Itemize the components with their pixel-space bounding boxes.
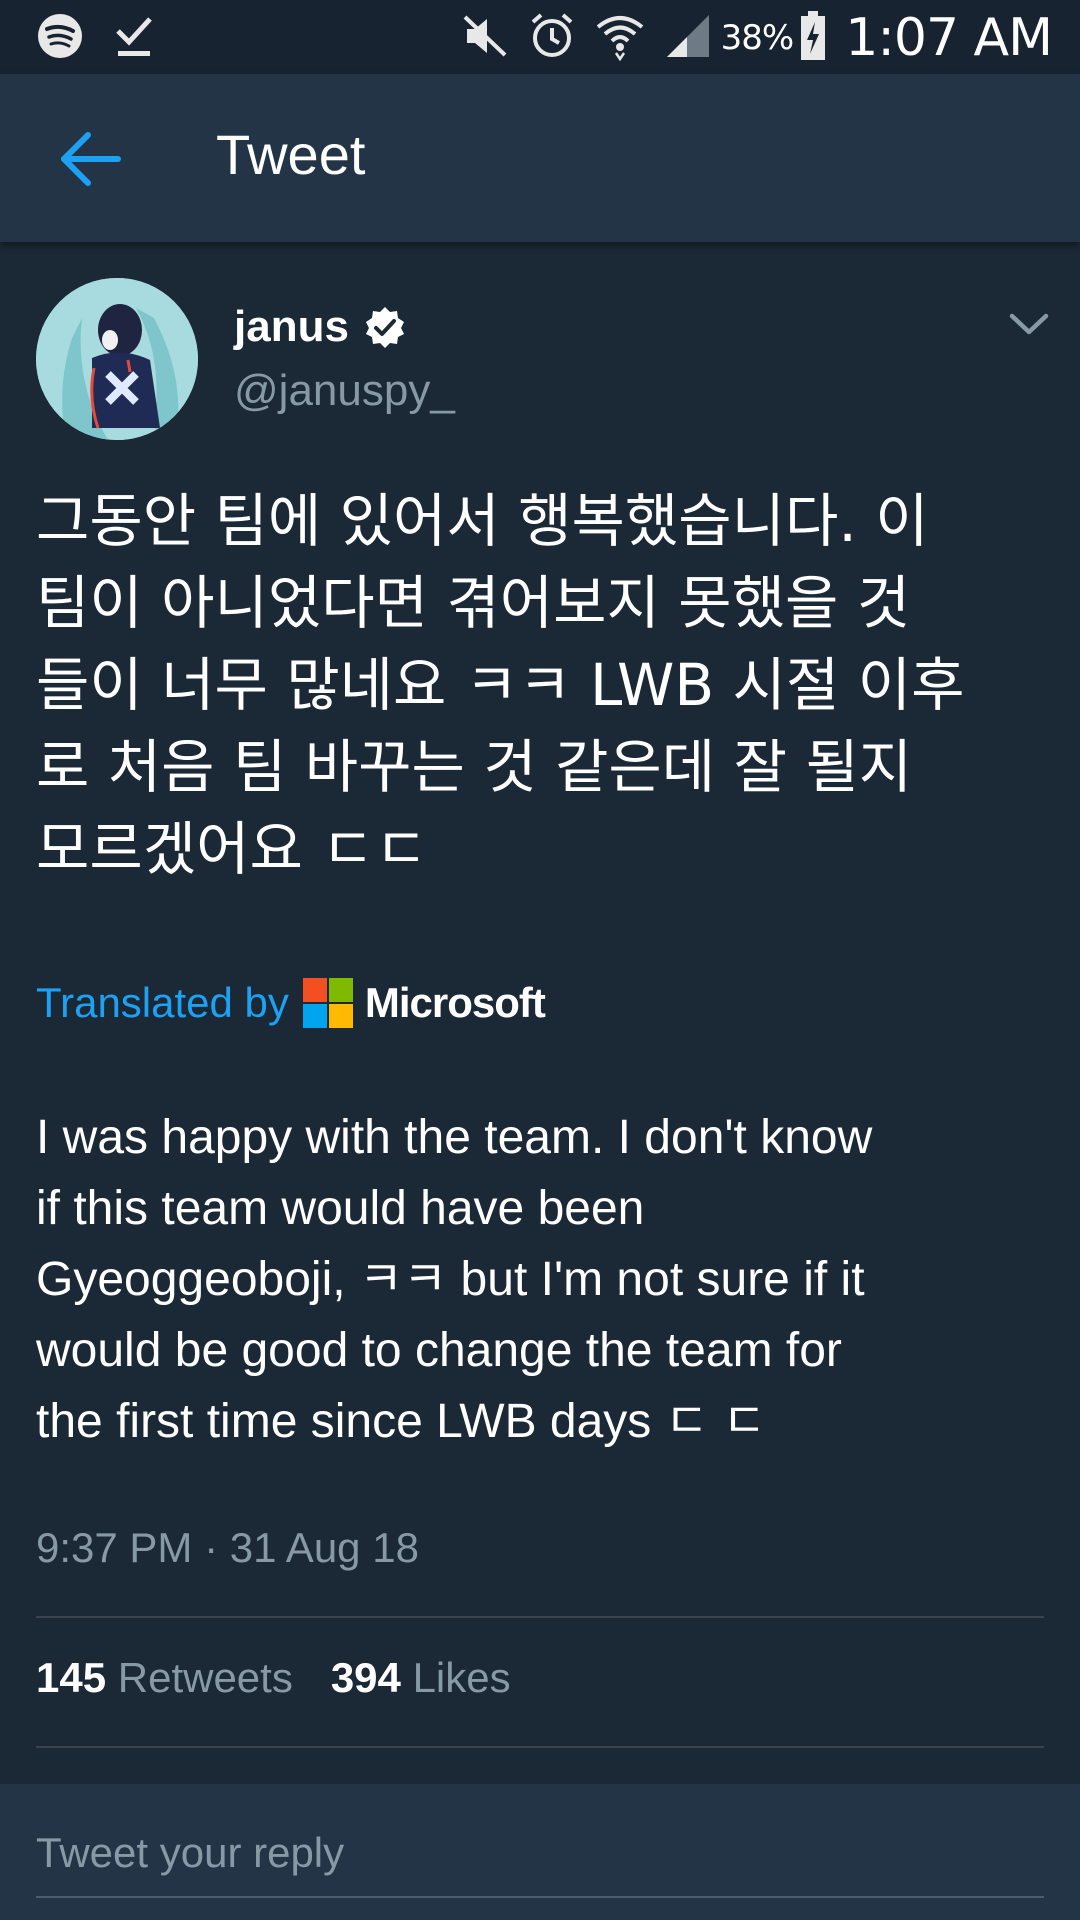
page-title: Tweet xyxy=(216,123,366,186)
avatar[interactable] xyxy=(36,278,198,440)
battery-percent: 38% xyxy=(720,18,795,58)
arrow-left-icon xyxy=(61,132,121,186)
likes-label: Likes xyxy=(412,1654,511,1701)
retweets-stat[interactable]: 145 Retweets xyxy=(36,1654,293,1702)
retweets-count: 145 xyxy=(36,1654,107,1701)
spotify-icon xyxy=(36,12,84,64)
reply-input[interactable] xyxy=(36,1810,1044,1898)
likes-count: 394 xyxy=(330,1654,401,1701)
translation-attribution: Translated by Microsoft xyxy=(36,978,546,1028)
tweet-text: 그동안 팀에 있어서 행복했습니다. 이 팀이 아니었다면 겪어보지 못했을 것… xyxy=(36,487,965,883)
download-done-icon xyxy=(114,13,154,63)
divider xyxy=(36,1746,1044,1748)
app-bar: Tweet xyxy=(0,74,1080,242)
tweet-stats: 145 Retweets 394 Likes xyxy=(36,1654,511,1702)
verified-badge-icon xyxy=(365,307,404,348)
retweets-label: Retweets xyxy=(117,1654,293,1701)
battery-charging-icon xyxy=(799,10,827,66)
microsoft-logo-icon xyxy=(302,978,353,1028)
back-button[interactable] xyxy=(56,124,126,194)
translated-text: I was happy with the team. I don't know … xyxy=(36,1111,873,1448)
chevron-down-icon xyxy=(1009,313,1049,335)
translated-by-label: Translated by xyxy=(36,979,289,1026)
status-bar: 38% 1:07 AM xyxy=(0,0,1080,74)
likes-stat[interactable]: 394 Likes xyxy=(331,1654,511,1702)
author-name[interactable]: janus xyxy=(234,302,407,352)
mute-icon xyxy=(461,13,509,63)
translator-name: Microsoft xyxy=(364,979,546,1026)
signal-icon xyxy=(665,13,711,63)
author-name-text: janus xyxy=(234,302,349,351)
divider xyxy=(36,1616,1044,1618)
clock: 1:07 AM xyxy=(845,8,1053,68)
tweet-menu-button[interactable] xyxy=(1008,306,1050,342)
tweet-timestamp: 9:37 PM · 31 Aug 18 xyxy=(36,1524,419,1571)
reply-bar xyxy=(0,1784,1080,1920)
wifi-icon xyxy=(595,11,645,65)
alarm-icon xyxy=(529,12,575,64)
author-handle[interactable]: @januspy_ xyxy=(234,366,455,416)
avatar-image xyxy=(36,278,198,440)
